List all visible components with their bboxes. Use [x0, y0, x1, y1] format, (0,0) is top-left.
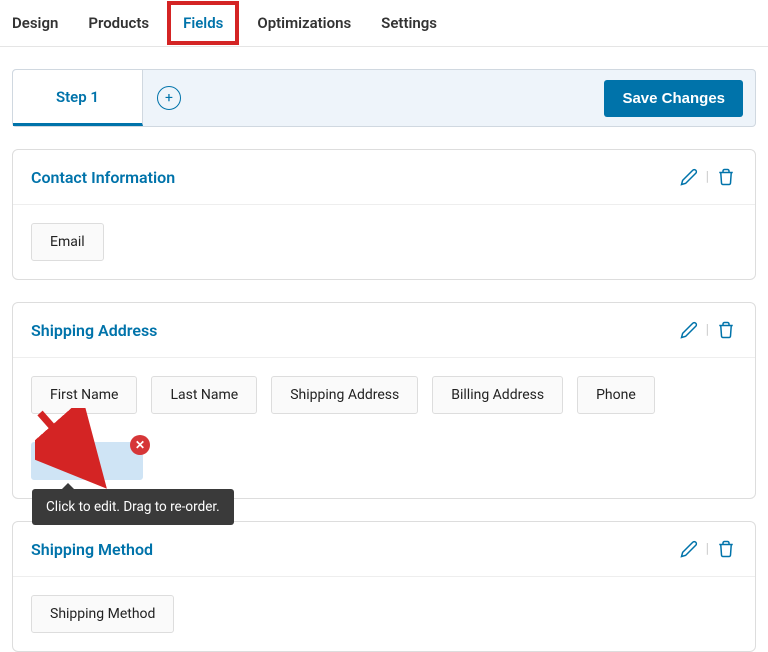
tab-fields[interactable]: Fields — [167, 1, 239, 45]
section-header: Shipping Method | — [13, 522, 755, 577]
save-changes-button[interactable]: Save Changes — [604, 80, 743, 117]
delete-section-button[interactable] — [715, 166, 737, 188]
field-chip-highlighted[interactable]: mber ✕ Click to edit. Drag to re-order. — [31, 442, 143, 480]
field-chip-shipping-address[interactable]: Shipping Address — [271, 376, 418, 414]
field-chip-first-name[interactable]: First Name — [31, 376, 137, 414]
pencil-icon — [82, 453, 98, 473]
content-area: Step 1 + Save Changes Contact Informatio… — [0, 69, 768, 652]
main-tabs-nav: Design Products Fields Optimizations Set… — [0, 0, 768, 47]
step-bar: Step 1 + Save Changes — [12, 69, 756, 127]
separator: | — [706, 169, 709, 185]
field-chip-email[interactable]: Email — [31, 223, 104, 261]
section-title: Contact Information — [31, 168, 678, 187]
section-header: Contact Information | — [13, 150, 755, 205]
edit-section-button[interactable] — [678, 538, 700, 560]
field-chip-billing-address[interactable]: Billing Address — [432, 376, 563, 414]
field-chip-phone[interactable]: Phone — [577, 376, 655, 414]
section-shipping-address: Shipping Address | First Name Last Name … — [12, 302, 756, 499]
pencil-icon — [680, 321, 698, 339]
tab-settings[interactable]: Settings — [381, 14, 437, 32]
section-title: Shipping Address — [31, 321, 678, 340]
edit-section-button[interactable] — [678, 166, 700, 188]
remove-field-button[interactable]: ✕ — [130, 435, 150, 455]
trash-icon — [717, 168, 735, 186]
tooltip: Click to edit. Drag to re-order. — [32, 489, 234, 525]
field-chip-shipping-method[interactable]: Shipping Method — [31, 595, 174, 633]
pencil-icon — [680, 540, 698, 558]
section-body: Email — [13, 205, 755, 279]
trash-icon — [717, 321, 735, 339]
section-actions: | — [678, 319, 737, 341]
separator: | — [706, 541, 709, 557]
section-actions: | — [678, 166, 737, 188]
pencil-icon — [680, 168, 698, 186]
delete-section-button[interactable] — [715, 319, 737, 341]
separator: | — [706, 322, 709, 338]
tab-products[interactable]: Products — [88, 14, 149, 32]
section-actions: | — [678, 538, 737, 560]
section-contact-information: Contact Information | Email — [12, 149, 756, 280]
delete-section-button[interactable] — [715, 538, 737, 560]
section-body: Shipping Method — [13, 577, 755, 651]
field-chip-last-name[interactable]: Last Name — [151, 376, 257, 414]
section-header: Shipping Address | — [13, 303, 755, 358]
plus-icon: + — [165, 90, 173, 106]
add-step-button[interactable]: + — [157, 86, 181, 110]
section-shipping-method: Shipping Method | Shipping Method — [12, 521, 756, 652]
section-title: Shipping Method — [31, 540, 678, 559]
section-body: First Name Last Name Shipping Address Bi… — [13, 358, 755, 498]
trash-icon — [717, 540, 735, 558]
step-tab-1[interactable]: Step 1 — [13, 70, 143, 126]
tab-optimizations[interactable]: Optimizations — [257, 14, 351, 32]
edit-section-button[interactable] — [678, 319, 700, 341]
tab-design[interactable]: Design — [12, 14, 58, 32]
